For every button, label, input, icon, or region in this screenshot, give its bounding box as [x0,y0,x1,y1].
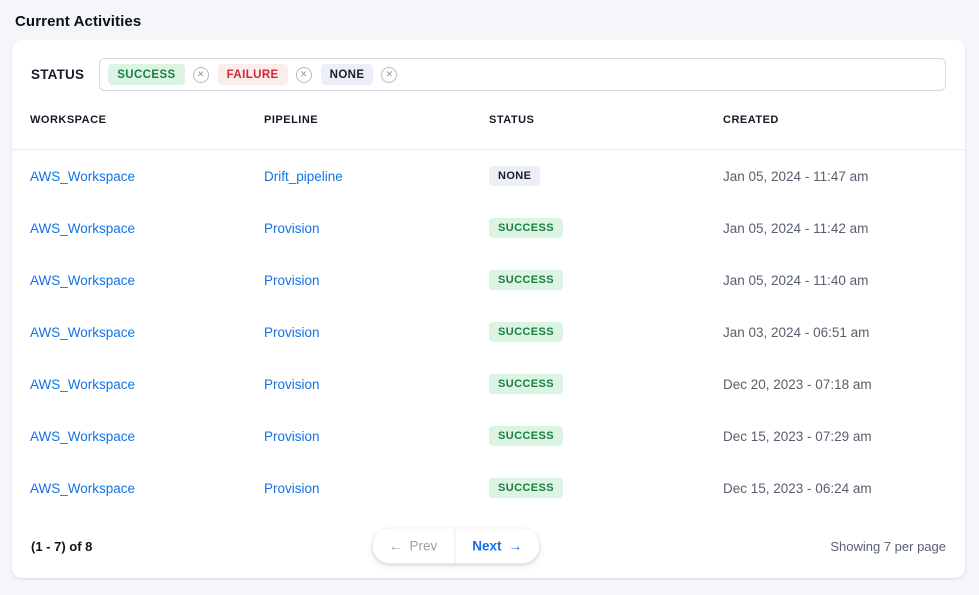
activities-card: STATUS SUCCESS ✕ FAILURE ✕ NONE ✕ WORKSP… [12,40,965,578]
pipeline-link[interactable]: Drift_pipeline [264,169,343,184]
workspace-link[interactable]: AWS_Workspace [30,481,135,496]
status-filter-input[interactable]: SUCCESS ✕ FAILURE ✕ NONE ✕ [99,58,946,91]
workspace-link[interactable]: AWS_Workspace [30,429,135,444]
table-row: AWS_Workspace Provision SUCCESS Jan 05, … [12,202,965,254]
workspace-link[interactable]: AWS_Workspace [30,325,135,340]
created-timestamp: Dec 20, 2023 - 07:18 am [723,377,947,392]
created-timestamp: Jan 03, 2024 - 06:51 am [723,325,947,340]
status-filter-label: STATUS [31,67,84,82]
arrow-left-icon: ← [389,539,403,554]
created-timestamp: Jan 05, 2024 - 11:47 am [723,169,947,184]
status-badge: SUCCESS [489,478,563,498]
pager: ← Prev Next → [372,529,539,564]
status-badge: NONE [489,166,540,186]
next-button-label: Next [472,539,501,554]
column-header: WORKSPACE [30,114,264,126]
created-timestamp: Dec 15, 2023 - 07:29 am [723,429,947,444]
results-range-text: (1 - 7) of 8 [31,539,92,554]
pipeline-link[interactable]: Provision [264,273,320,288]
status-filter-tag-group: FAILURE ✕ [218,64,312,85]
column-header: STATUS [489,114,723,126]
table-row: AWS_Workspace Provision SUCCESS Jan 05, … [12,254,965,306]
status-filter-tag-group: SUCCESS ✕ [108,64,208,85]
column-header: CREATED [723,114,947,126]
pagination-footer: (1 - 7) of 8 ← Prev Next → Showing 7 per… [12,514,965,578]
per-page-text: Showing 7 per page [830,539,946,554]
arrow-right-icon: → [509,539,523,554]
remove-tag-icon[interactable]: ✕ [193,67,209,83]
status-filter-tag: SUCCESS [108,64,184,85]
status-filter-tag-group: NONE ✕ [321,64,398,85]
pipeline-link[interactable]: Provision [264,481,320,496]
table-row: AWS_Workspace Provision SUCCESS Jan 03, … [12,306,965,358]
table-header-row: WORKSPACE PIPELINE STATUS CREATED [12,91,965,150]
created-timestamp: Jan 05, 2024 - 11:42 am [723,221,947,236]
created-timestamp: Dec 15, 2023 - 06:24 am [723,481,947,496]
status-filter-row: STATUS SUCCESS ✕ FAILURE ✕ NONE ✕ [12,40,965,91]
remove-tag-icon[interactable]: ✕ [381,67,397,83]
prev-page-button[interactable]: ← Prev [372,529,455,564]
pipeline-link[interactable]: Provision [264,377,320,392]
created-timestamp: Jan 05, 2024 - 11:40 am [723,273,947,288]
workspace-link[interactable]: AWS_Workspace [30,221,135,236]
workspace-link[interactable]: AWS_Workspace [30,273,135,288]
workspace-link[interactable]: AWS_Workspace [30,169,135,184]
pipeline-link[interactable]: Provision [264,429,320,444]
pipeline-link[interactable]: Provision [264,325,320,340]
table-row: AWS_Workspace Provision SUCCESS Dec 15, … [12,462,965,514]
workspace-link[interactable]: AWS_Workspace [30,377,135,392]
table-row: AWS_Workspace Provision SUCCESS Dec 20, … [12,358,965,410]
status-badge: SUCCESS [489,322,563,342]
status-filter-tag: FAILURE [218,64,288,85]
table-row: AWS_Workspace Drift_pipeline NONE Jan 05… [12,150,965,202]
prev-button-label: Prev [409,539,437,554]
next-page-button[interactable]: Next → [455,529,539,564]
table-body: AWS_Workspace Drift_pipeline NONE Jan 05… [12,150,965,514]
page-title: Current Activities [15,13,141,30]
status-badge: SUCCESS [489,218,563,238]
status-badge: SUCCESS [489,270,563,290]
status-badge: SUCCESS [489,374,563,394]
column-header: PIPELINE [264,114,489,126]
status-filter-tag: NONE [321,64,374,85]
status-badge: SUCCESS [489,426,563,446]
pipeline-link[interactable]: Provision [264,221,320,236]
table-row: AWS_Workspace Provision SUCCESS Dec 15, … [12,410,965,462]
remove-tag-icon[interactable]: ✕ [296,67,312,83]
